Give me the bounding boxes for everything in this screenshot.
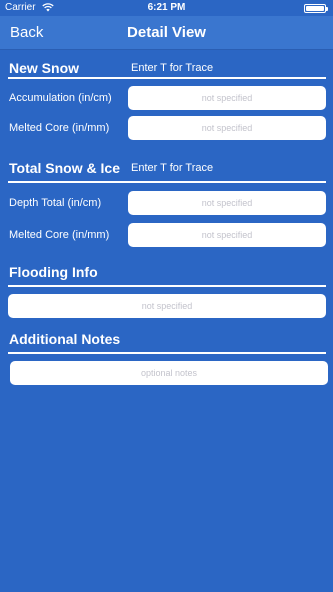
depth-total-field[interactable] <box>128 191 326 215</box>
page-title: Detail View <box>127 24 206 41</box>
total-melted-core-label: Melted Core (in/mm) <box>9 229 110 241</box>
flooding-info-field[interactable] <box>8 294 326 318</box>
new-snow-melted-core-field[interactable] <box>128 116 326 140</box>
depth-total-label: Depth Total (in/cm) <box>9 197 102 209</box>
new-snow-melted-core-label: Melted Core (in/mm) <box>9 122 110 134</box>
flooding-info-header: Flooding Info <box>9 264 98 280</box>
accumulation-field[interactable] <box>128 86 326 110</box>
additional-notes-field[interactable] <box>10 361 328 385</box>
status-time: 6:21 PM <box>147 2 186 13</box>
new-snow-hint: Enter T for Trace <box>131 62 214 74</box>
total-snow-ice-header: Total Snow & Ice <box>9 160 120 176</box>
flooding-divider <box>8 285 326 287</box>
status-bar: Carrier 6:21 PM <box>0 0 333 16</box>
additional-notes-header: Additional Notes <box>9 331 121 347</box>
navigation-bar: Back Detail View <box>0 16 333 50</box>
accumulation-label: Accumulation (in/cm) <box>9 92 112 104</box>
total-snow-ice-hint: Enter T for Trace <box>131 162 214 174</box>
battery-icon <box>304 4 328 13</box>
total-snow-ice-divider <box>8 181 326 183</box>
new-snow-header: New Snow <box>9 60 80 76</box>
total-melted-core-field[interactable] <box>128 223 326 247</box>
new-snow-divider <box>8 77 326 79</box>
notes-divider <box>8 352 326 354</box>
